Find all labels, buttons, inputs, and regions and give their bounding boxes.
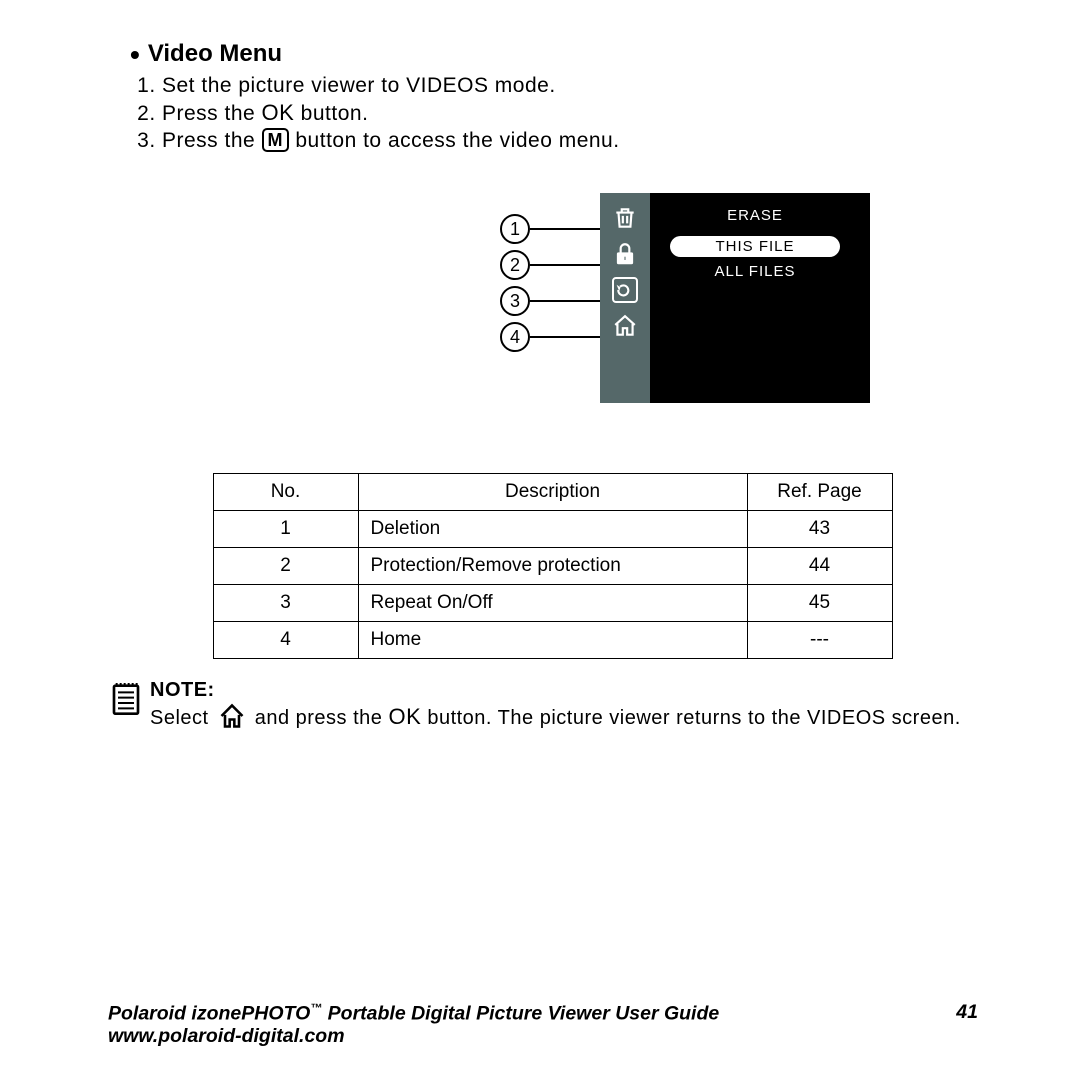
footer-url: www.polaroid-digital.com <box>108 1025 978 1048</box>
step-2-post: button. <box>294 102 368 125</box>
tm-symbol: ™ <box>310 1001 322 1015</box>
note-block: NOTE: Select and press the OK button. Th… <box>110 679 975 730</box>
th-ref: Ref. Page <box>747 474 892 511</box>
note-pre: Select <box>150 707 215 729</box>
ok-label: OK <box>388 704 421 729</box>
step-3: Press the M button to access the video m… <box>162 128 975 153</box>
footer-title: Polaroid izonePHOTO™ Portable Digital Pi… <box>108 1001 719 1026</box>
step-3-post: button to access the video menu. <box>289 129 620 152</box>
steps-list: Set the picture viewer to VIDEOS mode. P… <box>130 74 975 153</box>
step-1-text: Set the picture viewer to VIDEOS mode. <box>162 74 556 97</box>
reference-table: No. Description Ref. Page 1 Deletion 43 … <box>213 473 893 659</box>
menu-title: ERASE <box>650 207 860 224</box>
callout-num-3: 3 <box>500 286 530 316</box>
heading-text: Video Menu <box>148 40 282 67</box>
footer-brand: Polaroid izonePHOTO <box>108 1002 310 1024</box>
cell-ref: 44 <box>747 548 892 585</box>
menu-item-this-file: THIS FILE <box>670 236 840 257</box>
note-label: NOTE: <box>150 679 215 701</box>
callout-num-1: 1 <box>500 214 530 244</box>
cell-no: 4 <box>213 622 358 659</box>
cell-no: 3 <box>213 585 358 622</box>
m-button-icon: M <box>262 128 290 152</box>
cell-no: 2 <box>213 548 358 585</box>
note-mid: and press the <box>255 707 389 729</box>
table-row: 4 Home --- <box>213 622 892 659</box>
table-row: 3 Repeat On/Off 45 <box>213 585 892 622</box>
page-footer: Polaroid izonePHOTO™ Portable Digital Pi… <box>108 1001 978 1049</box>
bullet-icon: • <box>130 43 140 67</box>
cell-desc: Repeat On/Off <box>358 585 747 622</box>
menu-sidebar <box>600 193 650 403</box>
cell-ref: --- <box>747 622 892 659</box>
cell-desc: Home <box>358 622 747 659</box>
callout-num-2: 2 <box>500 250 530 280</box>
trash-icon <box>612 205 638 231</box>
table-header-row: No. Description Ref. Page <box>213 474 892 511</box>
cell-ref: 43 <box>747 511 892 548</box>
cell-desc: Protection/Remove protection <box>358 548 747 585</box>
note-post: button. The picture viewer returns to th… <box>421 707 961 729</box>
lock-icon <box>612 241 638 267</box>
footer-subtitle: Portable Digital Picture Viewer User Gui… <box>322 1002 719 1024</box>
callout-1: 1 <box>500 211 602 247</box>
cell-ref: 45 <box>747 585 892 622</box>
cell-desc: Deletion <box>358 511 747 548</box>
callout-2: 2 <box>500 247 602 283</box>
repeat-icon <box>612 277 638 303</box>
callout-3: 3 <box>500 283 602 319</box>
section-heading: • Video Menu <box>130 40 975 68</box>
th-desc: Description <box>358 474 747 511</box>
callout-4: 4 <box>500 319 602 355</box>
step-2: Press the OK button. <box>162 100 975 126</box>
notepad-icon <box>110 679 142 716</box>
ok-label: OK <box>262 100 295 125</box>
home-icon <box>612 313 638 339</box>
table-row: 1 Deletion 43 <box>213 511 892 548</box>
home-icon <box>215 702 249 730</box>
menu-diagram: 1 2 3 4 ERASE THIS FILE ALL FILES <box>500 193 870 403</box>
menu-item-all-files: ALL FILES <box>670 261 840 282</box>
step-1: Set the picture viewer to VIDEOS mode. <box>162 74 975 98</box>
cell-no: 1 <box>213 511 358 548</box>
th-no: No. <box>213 474 358 511</box>
device-screen: ERASE THIS FILE ALL FILES <box>600 193 870 403</box>
table-row: 2 Protection/Remove protection 44 <box>213 548 892 585</box>
step-3-pre: Press the <box>162 129 262 152</box>
step-2-pre: Press the <box>162 102 262 125</box>
page-number: 41 <box>956 1001 978 1026</box>
callout-num-4: 4 <box>500 322 530 352</box>
